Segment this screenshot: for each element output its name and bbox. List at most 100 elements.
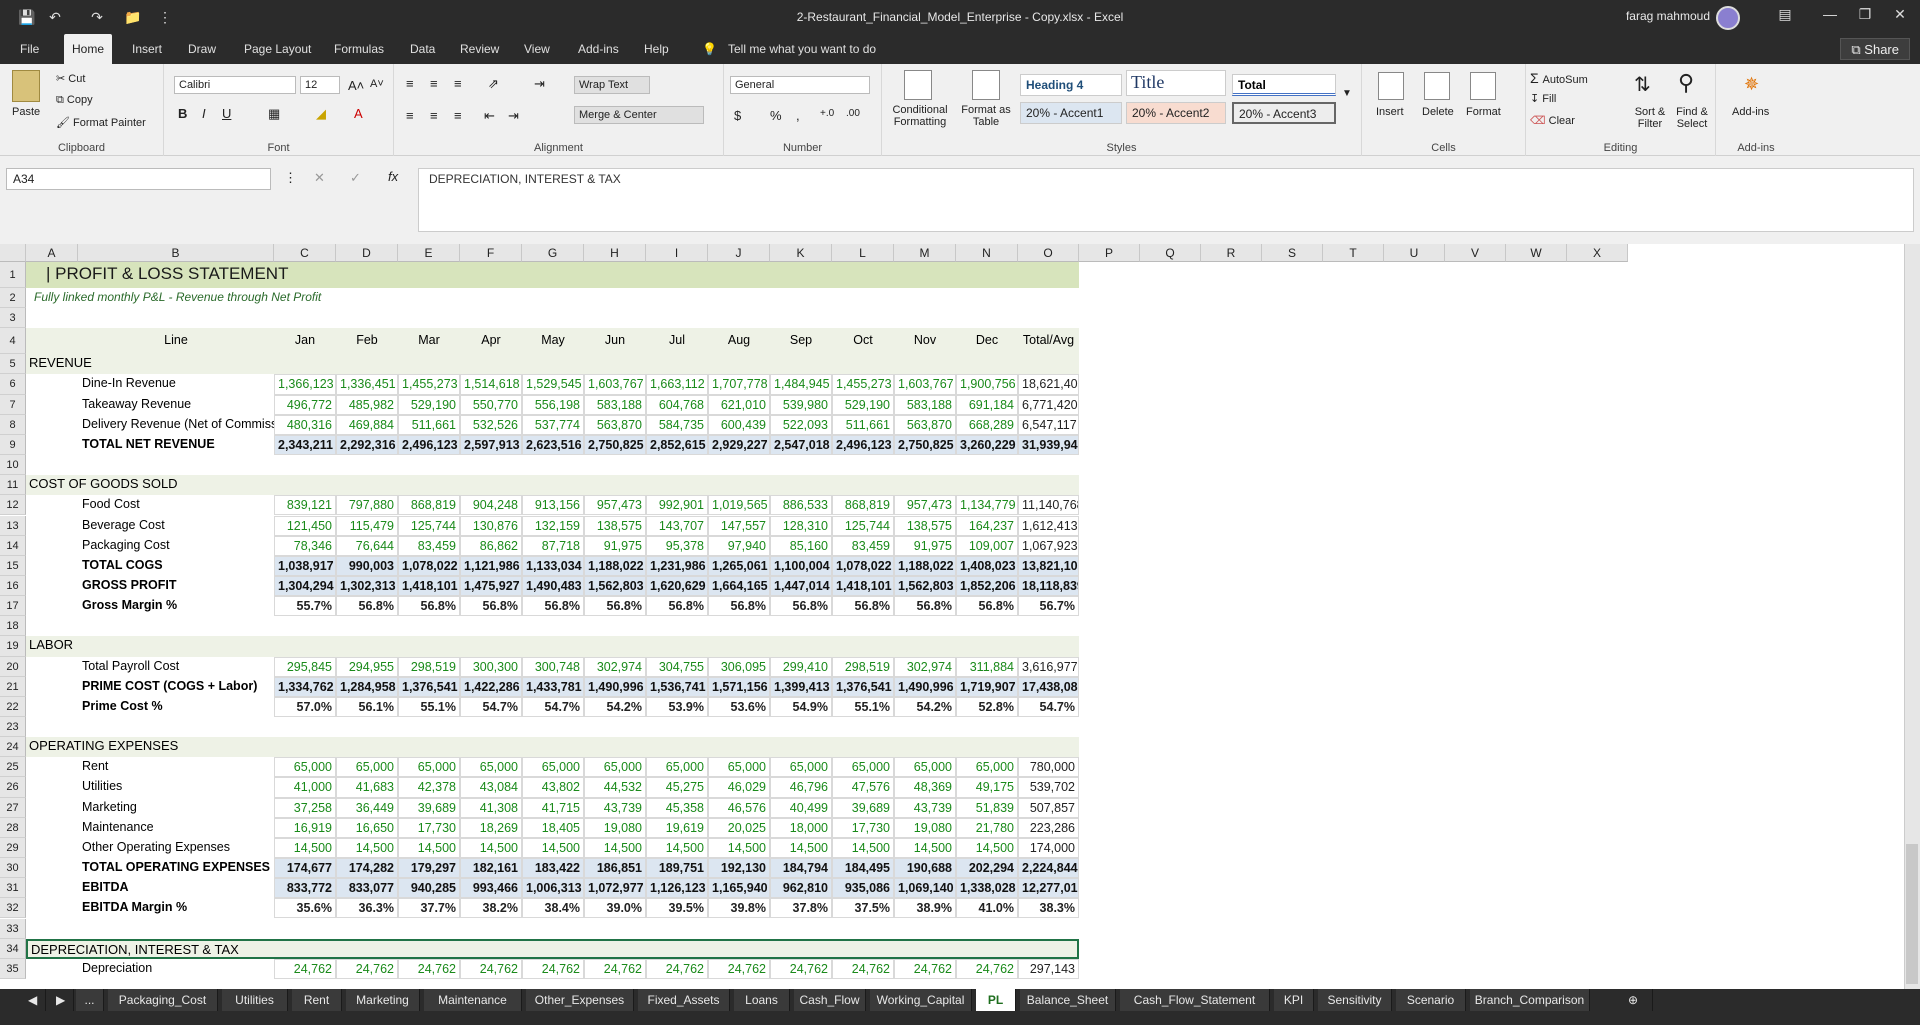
column-label[interactable]: Feb [336, 328, 398, 354]
value-cell[interactable]: 1,900,756 [956, 374, 1018, 395]
value-cell[interactable]: 1,165,940 [708, 878, 770, 899]
value-cell[interactable]: 37,258 [274, 797, 336, 818]
column-header-i[interactable]: I [646, 244, 708, 262]
value-cell[interactable]: 56.8% [460, 596, 522, 617]
column-header-j[interactable]: J [708, 244, 770, 262]
column-header-k[interactable]: K [770, 244, 832, 262]
value-cell[interactable]: 54.9% [770, 696, 832, 717]
vertical-scrollbar[interactable] [1904, 244, 1920, 989]
row-header[interactable]: 9 [0, 434, 26, 456]
value-cell[interactable]: 31,939,942 [1018, 434, 1079, 456]
value-cell[interactable]: 563,870 [894, 414, 956, 435]
sheet-tab[interactable]: PL [976, 989, 1016, 1011]
value-cell[interactable]: 1,100,004 [770, 555, 832, 576]
line-label[interactable]: Depreciation [78, 959, 274, 979]
column-header-w[interactable]: W [1506, 244, 1567, 262]
value-cell[interactable]: 174,000 [1018, 837, 1079, 859]
decrease-font-icon[interactable]: A˅ [370, 78, 384, 90]
value-cell[interactable]: 54.2% [894, 696, 956, 717]
column-label[interactable]: Jul [646, 328, 708, 354]
column-label[interactable]: Oct [832, 328, 894, 354]
value-cell[interactable]: 940,285 [398, 878, 460, 899]
name-box[interactable]: A34 [6, 168, 271, 190]
sheet-tab[interactable]: Scenario [1396, 989, 1466, 1011]
value-cell[interactable]: 18,269 [460, 817, 522, 838]
row-header[interactable]: 14 [0, 535, 26, 556]
value-cell[interactable]: 2,623,516 [522, 434, 584, 456]
column-header-h[interactable]: H [584, 244, 646, 262]
percent-icon[interactable]: % [770, 108, 782, 123]
more-icon[interactable]: ⋮ [284, 170, 297, 186]
value-cell[interactable]: 24,762 [832, 958, 894, 979]
value-cell[interactable]: 962,810 [770, 878, 832, 899]
line-label[interactable]: Delivery Revenue (Net of Commission) [78, 415, 274, 435]
value-cell[interactable]: 668,289 [956, 414, 1018, 435]
row-header[interactable]: 21 [0, 676, 26, 697]
find-select-button[interactable]: Find & Select [1672, 106, 1712, 130]
tab-file[interactable]: File [12, 34, 47, 64]
value-cell[interactable]: 17,438,080 [1018, 676, 1079, 697]
value-cell[interactable]: 14,500 [336, 837, 398, 859]
tab-add-ins[interactable]: Add-ins [570, 34, 627, 64]
value-cell[interactable]: 1,490,996 [584, 676, 646, 697]
row-header[interactable]: 23 [0, 717, 26, 738]
value-cell[interactable]: 39,689 [832, 797, 894, 818]
value-cell[interactable]: 957,473 [584, 495, 646, 516]
increase-decimal-icon[interactable]: +.0 [820, 108, 834, 119]
value-cell[interactable]: 121,450 [274, 515, 336, 536]
value-cell[interactable]: 1,078,022 [398, 555, 460, 576]
value-cell[interactable]: 2,750,825 [584, 434, 646, 456]
tab-data[interactable]: Data [402, 34, 443, 64]
column-label[interactable]: Apr [460, 328, 522, 354]
value-cell[interactable]: 21,780 [956, 817, 1018, 838]
value-cell[interactable]: 294,955 [336, 656, 398, 677]
value-cell[interactable]: 16,919 [274, 817, 336, 838]
value-cell[interactable]: 780,000 [1018, 757, 1079, 778]
column-header-c[interactable]: C [274, 244, 336, 262]
value-cell[interactable]: 39.0% [584, 898, 646, 919]
column-header-q[interactable]: Q [1140, 244, 1201, 262]
value-cell[interactable]: 833,077 [336, 878, 398, 899]
next-sheet-icon[interactable]: ▶ [48, 989, 75, 1011]
value-cell[interactable]: 41,715 [522, 797, 584, 818]
value-cell[interactable]: 24,762 [336, 958, 398, 979]
value-cell[interactable]: 147,557 [708, 515, 770, 536]
value-cell[interactable]: 2,597,913 [460, 434, 522, 456]
enter-icon[interactable]: ✓ [350, 170, 361, 186]
value-cell[interactable]: 913,156 [522, 495, 584, 516]
value-cell[interactable]: 65,000 [770, 757, 832, 778]
value-cell[interactable]: 45,358 [646, 797, 708, 818]
value-cell[interactable]: 46,029 [708, 777, 770, 798]
value-cell[interactable]: 1,422,286 [460, 676, 522, 697]
value-cell[interactable]: 65,000 [832, 757, 894, 778]
number-format-select[interactable]: General [730, 76, 870, 94]
scroll-thumb[interactable] [1906, 844, 1918, 984]
value-cell[interactable]: 19,080 [894, 817, 956, 838]
column-label[interactable]: Jan [274, 328, 336, 354]
tab-draw[interactable]: Draw [180, 34, 224, 64]
value-cell[interactable]: 65,000 [894, 757, 956, 778]
value-cell[interactable]: 1,126,123 [646, 878, 708, 899]
row-header[interactable]: 5 [0, 354, 26, 375]
value-cell[interactable]: 507,857 [1018, 797, 1079, 818]
value-cell[interactable]: 1,376,541 [832, 676, 894, 697]
value-cell[interactable]: 38.3% [1018, 898, 1079, 919]
value-cell[interactable]: 17,730 [832, 817, 894, 838]
value-cell[interactable]: 65,000 [398, 757, 460, 778]
value-cell[interactable]: 992,901 [646, 495, 708, 516]
value-cell[interactable]: 691,184 [956, 394, 1018, 415]
value-cell[interactable]: 529,190 [398, 394, 460, 415]
value-cell[interactable]: 1,418,101 [398, 575, 460, 597]
delete-button[interactable]: Delete [1422, 106, 1454, 118]
value-cell[interactable]: 76,644 [336, 535, 398, 556]
value-cell[interactable]: 1,038,917 [274, 555, 336, 576]
value-cell[interactable]: 19,080 [584, 817, 646, 838]
value-cell[interactable]: 2,750,825 [894, 434, 956, 456]
decrease-decimal-icon[interactable]: .00 [846, 108, 860, 119]
sheet-tab[interactable]: Working_Capital [870, 989, 972, 1011]
value-cell[interactable]: 39,689 [398, 797, 460, 818]
column-header-l[interactable]: L [832, 244, 894, 262]
sort-filter-button[interactable]: Sort & Filter [1630, 106, 1670, 130]
value-cell[interactable]: 311,884 [956, 656, 1018, 677]
row-header[interactable]: 29 [0, 837, 26, 859]
